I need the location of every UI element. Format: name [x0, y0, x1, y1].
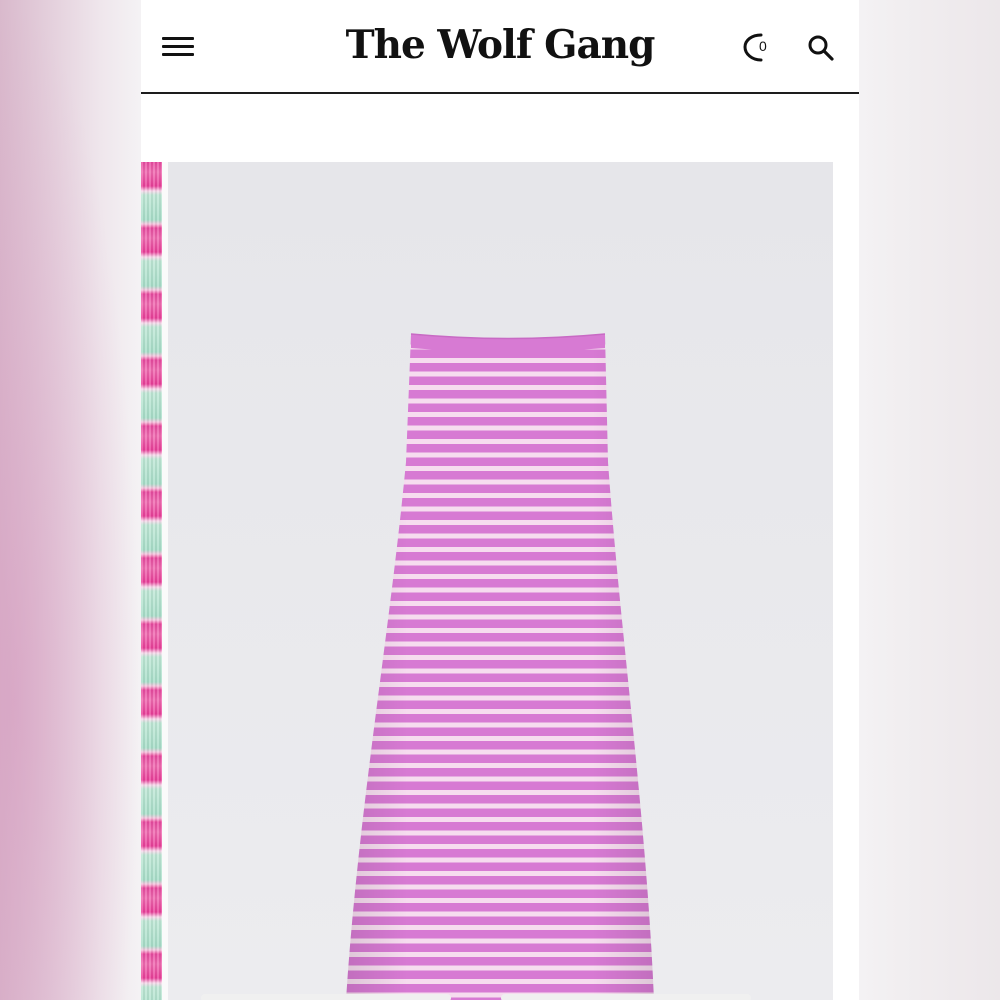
cart-button[interactable]: 0: [741, 30, 773, 64]
gallery-indicator: [141, 990, 859, 1000]
product-main-image[interactable]: [168, 162, 833, 1000]
product-thumbnail-strip[interactable]: [141, 162, 162, 1000]
shopping-bag-icon: [743, 33, 763, 62]
search-icon: [808, 35, 834, 61]
background-blur: [0, 0, 141, 1000]
striped-dress-image: [168, 162, 833, 1000]
search-button[interactable]: [805, 32, 837, 64]
cart-count-badge: 0: [759, 38, 767, 54]
mobile-screen: The Wolf Gang 0: [141, 0, 859, 1000]
site-header: The Wolf Gang 0: [141, 0, 859, 94]
